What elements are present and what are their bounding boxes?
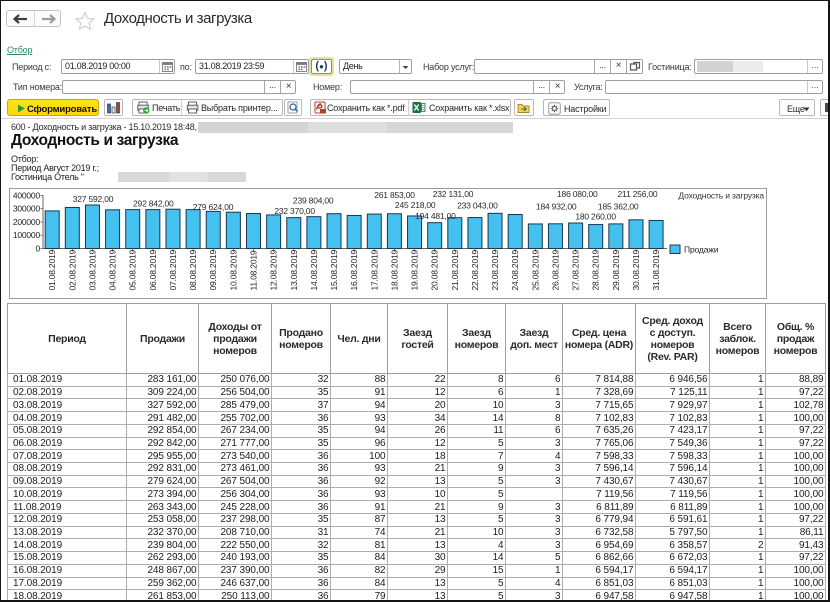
svg-text:Продажи: Продажи	[684, 245, 719, 255]
svg-text:06.08.2019: 06.08.2019	[148, 249, 158, 290]
svg-text:01.08.2019: 01.08.2019	[47, 249, 57, 290]
svg-text:17.08.2019: 17.08.2019	[369, 249, 379, 290]
svg-text:08.08.2019: 08.08.2019	[188, 249, 198, 290]
svg-text:245 218,00: 245 218,00	[395, 200, 436, 210]
svg-text:232 370,00: 232 370,00	[274, 206, 315, 216]
svg-text:20.08.2019: 20.08.2019	[430, 249, 440, 290]
svg-text:13.08.2019: 13.08.2019	[289, 249, 299, 290]
svg-text:25.08.2019: 25.08.2019	[530, 249, 540, 290]
svg-text:327 592,00: 327 592,00	[73, 194, 114, 204]
svg-text:18.08.2019: 18.08.2019	[389, 249, 399, 290]
svg-text:Доходность и загрузка: Доходность и загрузка	[678, 191, 764, 201]
svg-text:16.08.2019: 16.08.2019	[349, 249, 359, 290]
svg-text:23.08.2019: 23.08.2019	[490, 249, 500, 290]
svg-text:26.08.2019: 26.08.2019	[550, 249, 560, 290]
svg-text:200000: 200000	[13, 217, 41, 227]
svg-text:100000: 100000	[13, 230, 41, 240]
svg-text:28.08.2019: 28.08.2019	[591, 249, 601, 290]
svg-text:211 256,00: 211 256,00	[618, 189, 658, 199]
svg-text:300000: 300000	[13, 204, 41, 214]
svg-text:239 804,00: 239 804,00	[293, 195, 334, 205]
svg-text:11.08.2019: 11.08.2019	[249, 250, 259, 290]
svg-text:31.08.2019: 31.08.2019	[651, 249, 661, 290]
svg-text:07.08.2019: 07.08.2019	[168, 249, 178, 290]
svg-text:30.08.2019: 30.08.2019	[631, 249, 641, 290]
svg-text:0: 0	[35, 244, 40, 254]
svg-text:12.08.2019: 12.08.2019	[269, 249, 279, 290]
svg-text:261 853,00: 261 853,00	[374, 190, 415, 200]
svg-text:184 932,00: 184 932,00	[536, 201, 577, 211]
svg-text:05.08.2019: 05.08.2019	[128, 249, 138, 290]
svg-text:186 080,00: 186 080,00	[557, 189, 598, 199]
svg-text:02.08.2019: 02.08.2019	[67, 249, 77, 290]
svg-text:279 624,00: 279 624,00	[193, 202, 234, 212]
svg-text:194 481,00: 194 481,00	[415, 211, 456, 221]
svg-text:22.08.2019: 22.08.2019	[470, 249, 480, 290]
svg-text:232 131,00: 232 131,00	[433, 189, 474, 199]
svg-text:27.08.2019: 27.08.2019	[571, 249, 581, 290]
svg-text:233 043,00: 233 043,00	[457, 200, 498, 210]
svg-text:180 260,00: 180 260,00	[575, 212, 616, 222]
svg-text:03.08.2019: 03.08.2019	[87, 249, 97, 290]
svg-text:09.08.2019: 09.08.2019	[208, 249, 218, 290]
svg-text:292 842,00: 292 842,00	[133, 198, 174, 208]
svg-text:24.08.2019: 24.08.2019	[510, 249, 520, 290]
svg-text:15.08.2019: 15.08.2019	[329, 249, 339, 290]
svg-text:19.08.2019: 19.08.2019	[410, 249, 420, 290]
svg-text:29.08.2019: 29.08.2019	[611, 249, 621, 290]
svg-text:10.08.2019: 10.08.2019	[228, 249, 238, 290]
svg-text:400000: 400000	[13, 190, 41, 200]
svg-text:21.08.2019: 21.08.2019	[450, 249, 460, 290]
svg-text:14.08.2019: 14.08.2019	[309, 249, 319, 290]
svg-text:185 362,00: 185 362,00	[598, 201, 639, 211]
svg-text:04.08.2019: 04.08.2019	[108, 249, 118, 290]
